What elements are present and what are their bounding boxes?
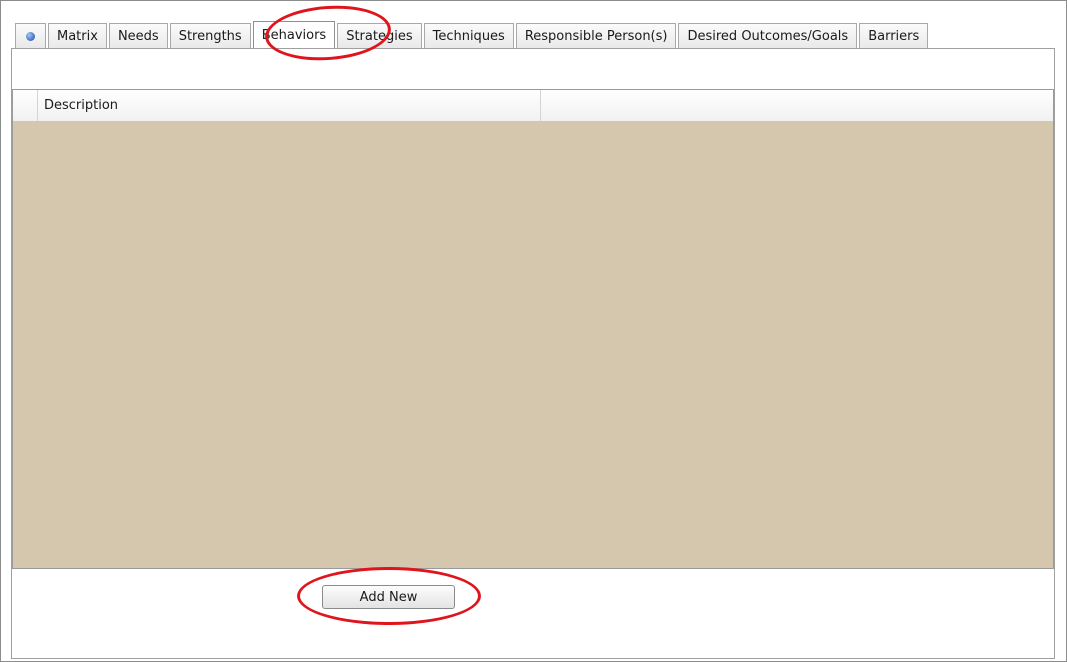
- tab-label: Responsible Person(s): [524, 28, 668, 44]
- tab-strategies[interactable]: Strategies: [337, 23, 422, 48]
- column-header-filler: [541, 90, 1053, 121]
- row-selector-header[interactable]: [13, 90, 38, 121]
- tab-home[interactable]: [15, 23, 46, 48]
- tab-strip: Matrix Needs Strengths Behaviors Strateg…: [15, 21, 930, 49]
- tab-responsible-persons[interactable]: Responsible Person(s): [515, 23, 677, 48]
- tab-label: Barriers: [868, 28, 920, 44]
- tab-label: Matrix: [57, 28, 98, 44]
- grid-header: Description: [13, 90, 1053, 122]
- tab-label: Techniques: [432, 28, 505, 44]
- add-new-button[interactable]: Add New: [322, 585, 455, 609]
- tab-label: Needs: [117, 28, 159, 44]
- tab-content-panel: Description Add New: [11, 48, 1055, 659]
- tab-desired-outcomes-goals[interactable]: Desired Outcomes/Goals: [678, 23, 858, 48]
- behaviors-grid: Description: [12, 89, 1054, 569]
- tab-label: Strengths: [178, 28, 242, 44]
- tab-matrix[interactable]: Matrix: [48, 23, 107, 48]
- tab-needs[interactable]: Needs: [108, 23, 168, 48]
- tab-label: Behaviors: [261, 28, 327, 43]
- tab-label: Strategies: [346, 28, 413, 44]
- grid-body[interactable]: [13, 122, 1053, 568]
- tab-techniques[interactable]: Techniques: [423, 23, 514, 48]
- grid-footer: Add New: [12, 570, 1054, 658]
- tab-behaviors[interactable]: Behaviors: [252, 21, 336, 49]
- window-frame: Matrix Needs Strengths Behaviors Strateg…: [0, 0, 1067, 662]
- tab-barriers[interactable]: Barriers: [859, 23, 929, 48]
- tab-label: Desired Outcomes/Goals: [687, 28, 849, 44]
- tab-strengths[interactable]: Strengths: [169, 23, 251, 48]
- globe-icon: [26, 31, 35, 41]
- column-header-description[interactable]: Description: [38, 90, 541, 121]
